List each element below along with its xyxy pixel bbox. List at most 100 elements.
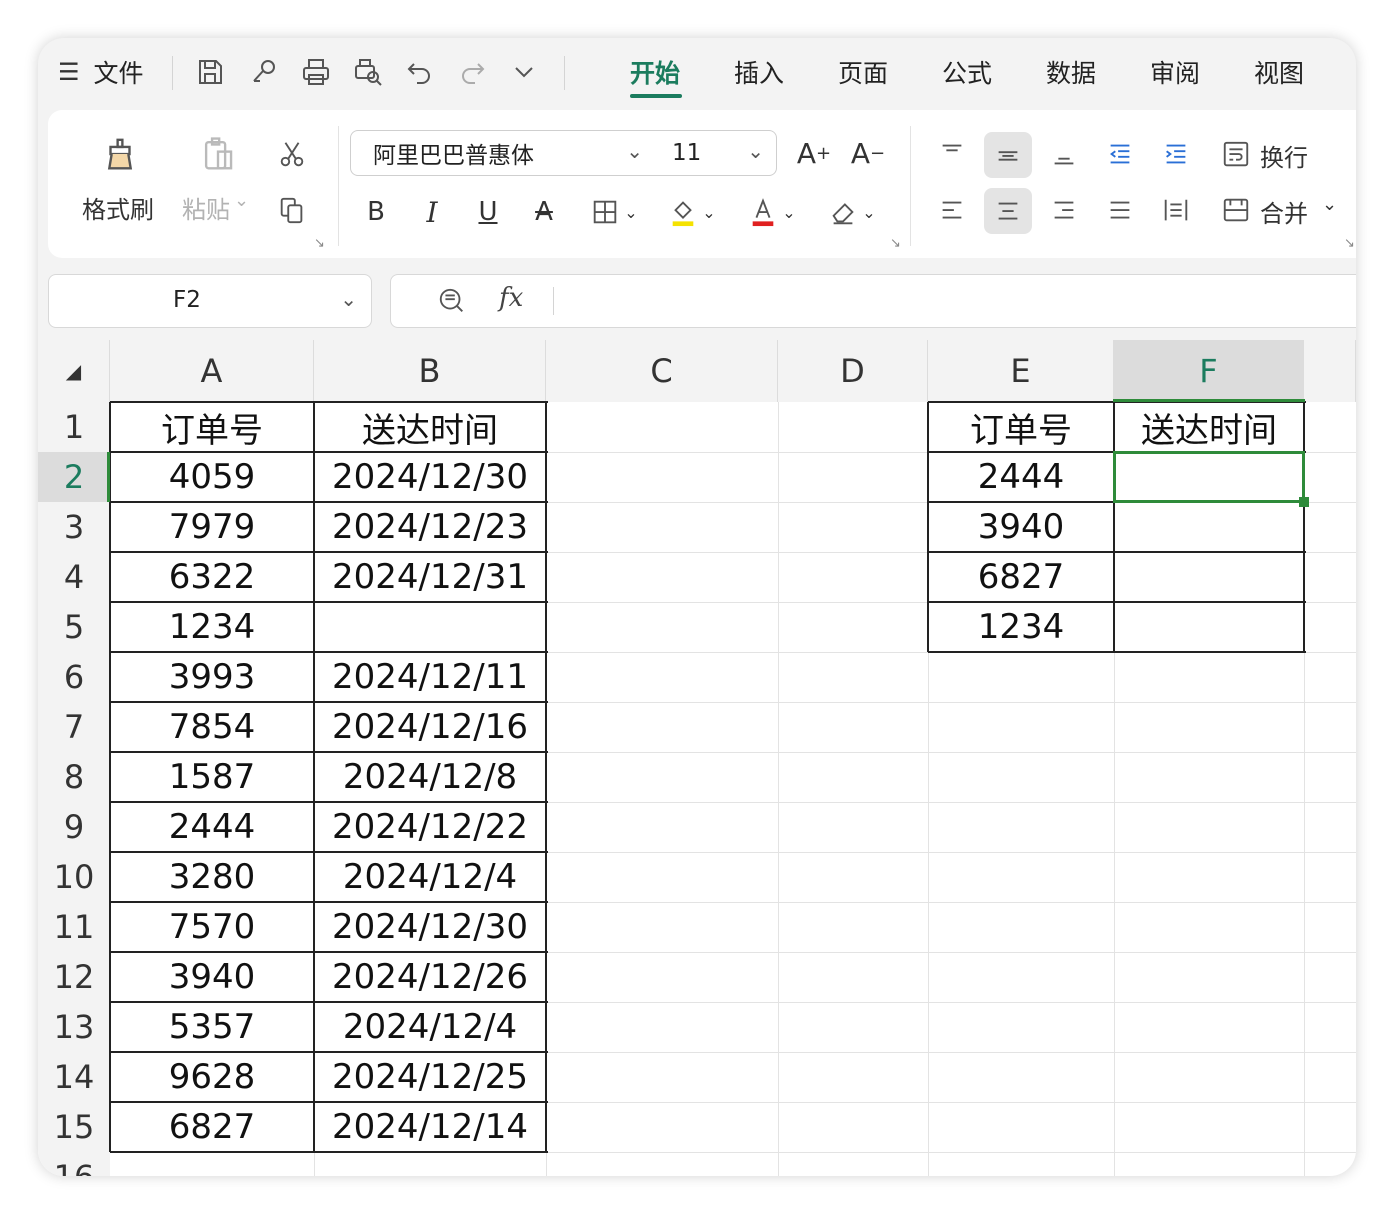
row-header-2[interactable]: 2 bbox=[38, 452, 110, 502]
decrease-font-size-icon[interactable]: A − bbox=[848, 134, 888, 172]
table-cell[interactable]: 2024/12/22 bbox=[314, 802, 546, 852]
table-cell[interactable]: 3280 bbox=[110, 852, 314, 902]
table-cell[interactable]: 3940 bbox=[928, 502, 1114, 552]
table-cell[interactable]: 4059 bbox=[110, 452, 314, 502]
paste-label[interactable]: 粘贴 bbox=[182, 190, 230, 225]
row-header-1[interactable]: 1 bbox=[38, 402, 110, 452]
cut-icon[interactable] bbox=[274, 134, 310, 174]
row-header-15[interactable]: 15 bbox=[38, 1102, 110, 1152]
table-cell[interactable]: 1587 bbox=[110, 752, 314, 802]
copy-icon[interactable] bbox=[274, 190, 310, 230]
merge-cells-label[interactable]: 合并 bbox=[1260, 194, 1308, 229]
table-cell[interactable]: 2444 bbox=[110, 802, 314, 852]
table-header-cell[interactable]: 送达时间 bbox=[1114, 402, 1304, 452]
export-pdf-icon[interactable] bbox=[248, 52, 280, 92]
format-painter-label[interactable]: 格式刷 bbox=[82, 190, 154, 225]
table-cell[interactable]: 2024/12/8 bbox=[314, 752, 546, 802]
italic-icon[interactable]: I bbox=[414, 192, 450, 232]
tab-view[interactable]: 视图 bbox=[1254, 54, 1304, 90]
row-header-13[interactable]: 13 bbox=[38, 1002, 110, 1052]
table-cell[interactable]: 3993 bbox=[110, 652, 314, 702]
tab-home[interactable]: 开始 bbox=[630, 54, 680, 90]
spreadsheet-grid[interactable]: ◢ ABCDEF12345678910111213141516订单号送达时间40… bbox=[38, 340, 1356, 1176]
redo-icon[interactable] bbox=[456, 52, 488, 92]
customize-toolbar-chevron-icon[interactable] bbox=[508, 52, 540, 92]
tab-insert[interactable]: 插入 bbox=[734, 54, 784, 90]
merge-chevron-icon[interactable]: ⌄ bbox=[1322, 194, 1337, 215]
font-color-icon[interactable]: ⌄ bbox=[742, 190, 802, 234]
font-family-dropdown[interactable]: 阿里巴巴普惠体 ⌄ bbox=[350, 130, 656, 176]
alignment-launcher-icon[interactable]: ↘ bbox=[1344, 236, 1355, 251]
table-cell[interactable]: 2024/12/11 bbox=[314, 652, 546, 702]
table-cell[interactable]: 2024/12/26 bbox=[314, 952, 546, 1002]
wrap-text-label[interactable]: 换行 bbox=[1260, 138, 1308, 173]
print-preview-icon[interactable] bbox=[352, 52, 384, 92]
table-cell[interactable]: 2024/12/14 bbox=[314, 1102, 546, 1152]
table-cell[interactable]: 6322 bbox=[110, 552, 314, 602]
row-header-7[interactable]: 7 bbox=[38, 702, 110, 752]
row-header-8[interactable]: 8 bbox=[38, 752, 110, 802]
clipboard-launcher-icon[interactable]: ↘ bbox=[314, 236, 325, 251]
table-cell[interactable]: 2024/12/25 bbox=[314, 1052, 546, 1102]
column-header-d[interactable]: D bbox=[778, 340, 928, 402]
row-header-14[interactable]: 14 bbox=[38, 1052, 110, 1102]
distributed-align-icon[interactable] bbox=[1154, 188, 1198, 232]
file-menu[interactable]: ☰ 文件 bbox=[58, 52, 144, 92]
align-center-icon[interactable] bbox=[984, 188, 1032, 234]
align-middle-icon[interactable] bbox=[984, 132, 1032, 178]
row-header-9[interactable]: 9 bbox=[38, 802, 110, 852]
table-cell[interactable]: 2444 bbox=[928, 452, 1114, 502]
undo-icon[interactable] bbox=[404, 52, 436, 92]
name-box[interactable]: F2 ⌄ bbox=[48, 274, 372, 328]
increase-indent-icon[interactable] bbox=[1154, 132, 1198, 176]
row-header-3[interactable]: 3 bbox=[38, 502, 110, 552]
row-header-5[interactable]: 5 bbox=[38, 602, 110, 652]
merge-cells-icon[interactable] bbox=[1216, 190, 1256, 230]
table-cell[interactable]: 7854 bbox=[110, 702, 314, 752]
justify-icon[interactable] bbox=[1098, 188, 1142, 232]
table-cell[interactable] bbox=[1114, 502, 1304, 552]
format-painter-icon[interactable] bbox=[100, 132, 140, 176]
print-icon[interactable] bbox=[300, 52, 332, 92]
table-cell[interactable]: 2024/12/30 bbox=[314, 902, 546, 952]
table-cell[interactable]: 2024/12/4 bbox=[314, 852, 546, 902]
fill-color-icon[interactable]: ⌄ bbox=[662, 190, 722, 234]
table-cell[interactable]: 2024/12/31 bbox=[314, 552, 546, 602]
paste-icon[interactable] bbox=[198, 132, 238, 176]
column-header-f[interactable]: F bbox=[1114, 340, 1304, 402]
table-cell[interactable] bbox=[1114, 552, 1304, 602]
row-header-16[interactable]: 16 bbox=[38, 1152, 110, 1176]
table-cell[interactable]: 2024/12/30 bbox=[314, 452, 546, 502]
row-header-12[interactable]: 12 bbox=[38, 952, 110, 1002]
font-size-dropdown[interactable]: 11 ⌄ bbox=[654, 130, 777, 176]
increase-font-size-icon[interactable]: A + bbox=[794, 134, 834, 172]
zoom-formula-icon[interactable] bbox=[435, 285, 469, 317]
row-header-11[interactable]: 11 bbox=[38, 902, 110, 952]
align-top-icon[interactable] bbox=[930, 132, 974, 176]
column-header-e[interactable]: E bbox=[928, 340, 1114, 402]
table-cell[interactable]: 7570 bbox=[110, 902, 314, 952]
align-bottom-icon[interactable] bbox=[1042, 132, 1086, 176]
bold-icon[interactable]: B bbox=[358, 192, 394, 232]
table-cell[interactable]: 2024/12/23 bbox=[314, 502, 546, 552]
table-cell[interactable]: 1234 bbox=[110, 602, 314, 652]
tab-page[interactable]: 页面 bbox=[838, 54, 888, 90]
table-cell[interactable]: 6827 bbox=[110, 1102, 314, 1152]
table-header-cell[interactable]: 订单号 bbox=[928, 402, 1114, 452]
clear-format-eraser-icon[interactable]: ⌄ bbox=[822, 192, 882, 232]
row-header-6[interactable]: 6 bbox=[38, 652, 110, 702]
table-header-cell[interactable]: 订单号 bbox=[110, 402, 314, 452]
table-cell[interactable] bbox=[1114, 602, 1304, 652]
decrease-indent-icon[interactable] bbox=[1098, 132, 1142, 176]
table-cell[interactable]: 1234 bbox=[928, 602, 1114, 652]
align-left-icon[interactable] bbox=[930, 188, 974, 232]
table-header-cell[interactable]: 送达时间 bbox=[314, 402, 546, 452]
formula-bar[interactable]: fx bbox=[390, 274, 1356, 328]
tab-review[interactable]: 审阅 bbox=[1150, 54, 1200, 90]
column-header-c[interactable]: C bbox=[546, 340, 778, 402]
table-cell[interactable] bbox=[314, 602, 546, 652]
column-header-b[interactable]: B bbox=[314, 340, 546, 402]
table-cell[interactable]: 3940 bbox=[110, 952, 314, 1002]
table-cell[interactable]: 5357 bbox=[110, 1002, 314, 1052]
table-cell[interactable]: 2024/12/16 bbox=[314, 702, 546, 752]
